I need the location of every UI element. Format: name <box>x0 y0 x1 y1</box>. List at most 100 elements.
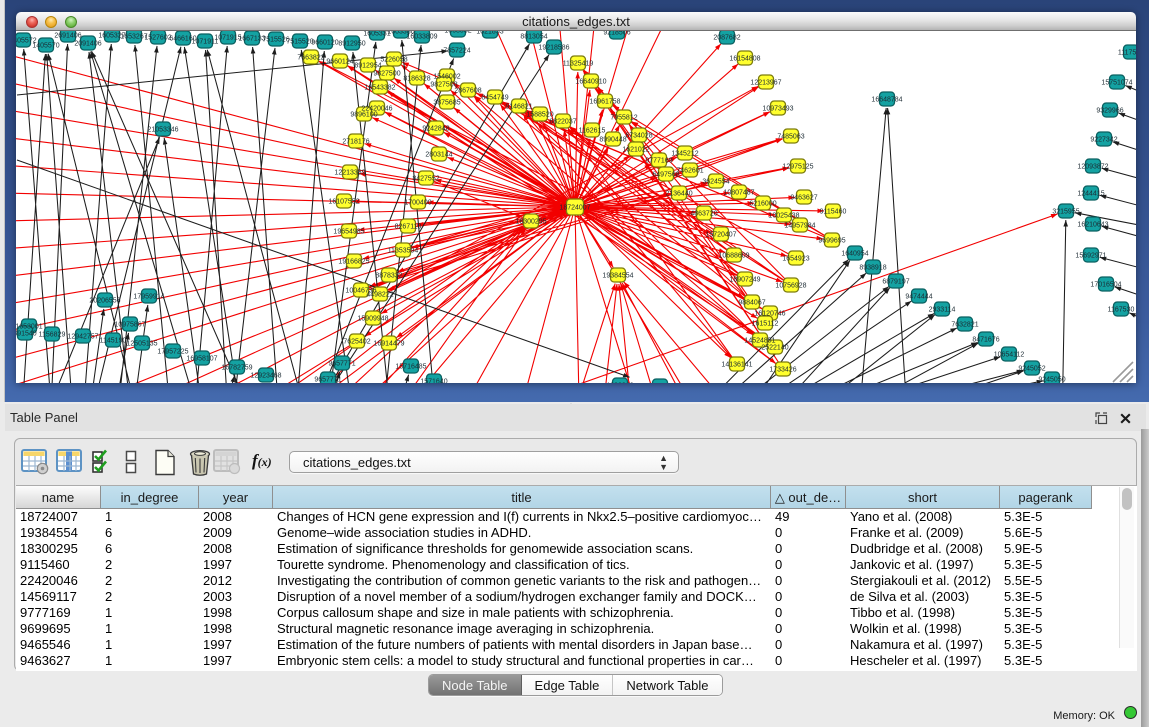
svg-text:1167530: 1167530 <box>1108 306 1135 313</box>
svg-text:16648784: 16648784 <box>871 96 902 103</box>
svg-text:18724007: 18724007 <box>559 204 590 211</box>
svg-text:9896100: 9896100 <box>350 111 377 118</box>
svg-text:8267110: 8267110 <box>395 223 422 230</box>
svg-text:10975867: 10975867 <box>114 321 145 328</box>
svg-text:9660120: 9660120 <box>311 39 338 46</box>
svg-text:16033809: 16033809 <box>406 33 437 40</box>
svg-text:1654923: 1654923 <box>782 255 809 262</box>
svg-text:8990448: 8990448 <box>599 136 626 143</box>
svg-text:1405570: 1405570 <box>32 42 59 49</box>
svg-text:21053346: 21053346 <box>147 126 178 133</box>
svg-text:8878332: 8878332 <box>375 272 402 279</box>
svg-text:9657771: 9657771 <box>328 360 355 367</box>
svg-text:9699695: 9699695 <box>818 237 845 244</box>
svg-text:10025438: 10025438 <box>768 212 799 219</box>
svg-text:15692971: 15692971 <box>1075 252 1106 259</box>
svg-text:7515520: 7515520 <box>286 38 313 45</box>
svg-text:8822037: 8822037 <box>549 118 576 125</box>
svg-text:10654112: 10654112 <box>994 351 1025 358</box>
svg-text:3215955: 3215955 <box>1052 208 1079 215</box>
svg-text:10688609: 10688609 <box>718 252 749 259</box>
svg-text:16961758: 16961758 <box>589 98 620 105</box>
svg-text:10973493: 10973493 <box>762 105 793 112</box>
svg-text:1292340: 1292340 <box>606 382 633 383</box>
svg-text:4498222: 4498222 <box>366 291 393 298</box>
svg-text:12505135: 12505135 <box>126 340 157 347</box>
svg-text:6216000: 6216000 <box>749 200 776 207</box>
svg-text:16958107: 16958107 <box>186 355 217 362</box>
svg-text:15909948: 15909948 <box>357 315 388 322</box>
svg-text:1733426: 1733426 <box>769 366 796 373</box>
svg-text:6879197: 6879197 <box>882 278 909 285</box>
svg-text:9474444: 9474444 <box>905 293 932 300</box>
svg-text:2933114: 2933114 <box>929 306 956 313</box>
svg-text:1588520: 1588520 <box>526 111 553 118</box>
svg-text:2087682: 2087682 <box>713 34 740 41</box>
svg-text:1571640: 1571640 <box>420 378 447 383</box>
svg-text:14524851: 14524851 <box>744 337 775 344</box>
svg-text:7955812: 7955812 <box>610 114 637 121</box>
svg-text:18300295: 18300295 <box>515 218 546 225</box>
svg-text:9146821: 9146821 <box>505 103 532 110</box>
svg-text:1244415: 1244415 <box>1077 190 1104 197</box>
svg-text:8912950: 8912950 <box>338 40 365 47</box>
svg-text:6734028: 6734028 <box>625 132 652 139</box>
svg-text:4863720: 4863720 <box>690 210 717 217</box>
svg-text:12942757: 12942757 <box>67 333 98 340</box>
svg-text:14957984: 14957984 <box>784 222 815 229</box>
svg-text:9242848: 9242848 <box>422 125 449 132</box>
svg-text:5226058: 5226058 <box>380 56 407 63</box>
svg-text:1546002: 1546002 <box>433 73 460 80</box>
svg-text:1117530: 1117530 <box>1118 49 1136 56</box>
svg-text:1615112: 1615112 <box>752 320 779 327</box>
svg-text:1640954: 1640954 <box>841 250 868 257</box>
svg-text:9227342: 9227342 <box>1090 136 1117 143</box>
svg-text:2691406: 2691406 <box>54 32 81 39</box>
svg-text:9827500: 9827500 <box>373 70 400 77</box>
svg-text:11353594: 11353594 <box>388 247 419 254</box>
svg-text:9329966: 9329966 <box>1096 107 1123 114</box>
svg-text:12975125: 12975125 <box>782 163 813 170</box>
svg-text:12923468: 12923468 <box>250 372 281 379</box>
svg-text:16640910: 16640910 <box>575 78 606 85</box>
svg-text:9657771: 9657771 <box>314 376 341 383</box>
svg-text:16154808: 16154808 <box>729 55 760 62</box>
svg-text:8454749: 8454749 <box>481 94 508 101</box>
svg-text:7462601: 7462601 <box>676 167 703 174</box>
svg-text:15720407: 15720407 <box>705 231 736 238</box>
svg-text:19654985: 19654985 <box>333 228 364 235</box>
svg-text:9777169: 9777169 <box>645 157 672 164</box>
svg-text:3875685: 3875685 <box>433 99 460 106</box>
svg-text:8938918: 8938918 <box>859 264 886 271</box>
svg-text:7625402: 7625402 <box>343 338 370 345</box>
svg-text:2718176: 2718176 <box>342 138 369 145</box>
svg-text:12093872: 12093872 <box>1077 163 1108 170</box>
svg-text:8471676: 8471676 <box>972 336 999 343</box>
svg-text:12213389: 12213389 <box>334 169 365 176</box>
svg-text:10756928: 10756928 <box>775 282 806 289</box>
svg-text:7632821: 7632821 <box>951 321 978 328</box>
svg-text:2136440: 2136440 <box>665 190 692 197</box>
svg-text:19166825: 19166825 <box>338 258 369 265</box>
svg-text:11325419: 11325419 <box>563 60 594 67</box>
svg-text:1653001: 1653001 <box>16 323 43 330</box>
svg-text:7857224: 7857224 <box>443 47 470 54</box>
svg-text:9115460: 9115460 <box>820 208 847 215</box>
svg-text:1621022: 1621022 <box>622 146 649 153</box>
svg-text:20206556: 20206556 <box>89 297 120 304</box>
svg-text:2803144: 2803144 <box>425 151 452 158</box>
svg-text:16543382: 16543382 <box>364 84 395 91</box>
svg-text:1068532: 1068532 <box>444 31 471 34</box>
svg-text:16782759: 16782759 <box>221 364 252 371</box>
svg-text:12213967: 12213967 <box>750 79 781 86</box>
svg-text:2091406: 2091406 <box>74 40 101 47</box>
svg-text:3624554: 3624554 <box>702 178 729 185</box>
svg-text:15751074: 15751074 <box>1101 79 1132 86</box>
svg-text:19384554: 19384554 <box>602 272 633 279</box>
svg-text:9218506: 9218506 <box>603 31 630 36</box>
svg-text:9245050: 9245050 <box>1038 376 1065 383</box>
svg-text:1162615: 1162615 <box>579 127 606 134</box>
svg-text:2522140: 2522140 <box>761 344 788 351</box>
svg-text:1156829: 1156829 <box>39 331 66 338</box>
svg-text:9245052: 9245052 <box>1018 365 1045 372</box>
